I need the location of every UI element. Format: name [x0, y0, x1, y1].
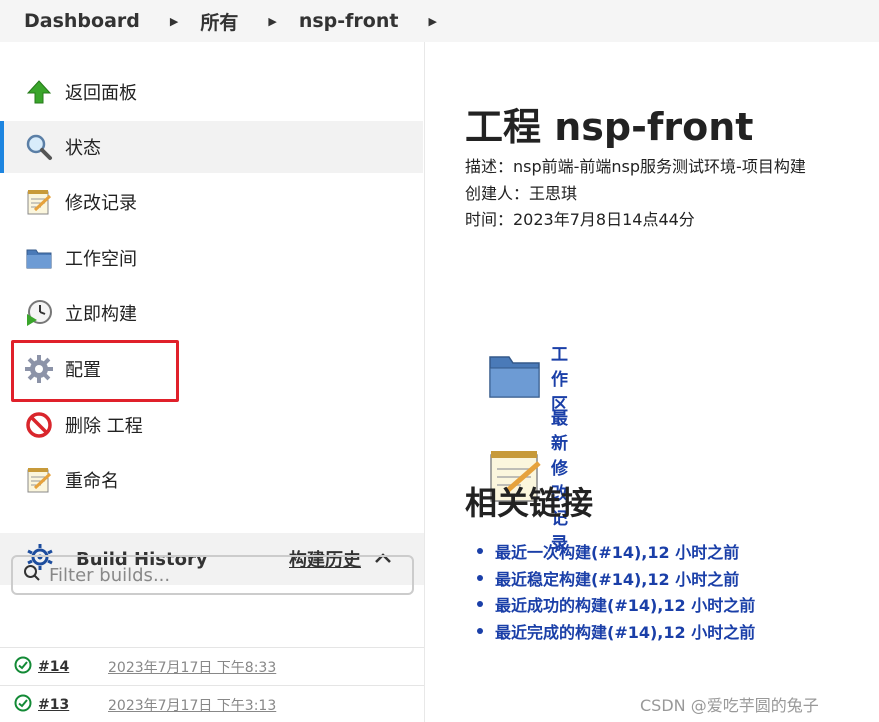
- task-label: 状态: [65, 138, 101, 159]
- magnifier-icon: [24, 132, 54, 162]
- last-completed-build-link[interactable]: 最近完成的构建(#14),12 小时之前: [495, 619, 755, 643]
- project-creator: 创建人：王思琪: [465, 184, 578, 203]
- breadcrumb-chevron-icon[interactable]: ▶: [428, 15, 436, 28]
- build-number-link[interactable]: #13: [38, 697, 108, 713]
- sidebar: 返回面板 状态 修改记录 工作空间 立即构建 配置 删除 工程 重命名 Buil…: [0, 42, 425, 722]
- task-label: 返回面板: [65, 83, 137, 104]
- breadcrumb-chevron-icon[interactable]: ▶: [268, 15, 276, 28]
- task-changes[interactable]: 修改记录: [0, 176, 423, 228]
- task-build-now[interactable]: 立即构建: [0, 287, 423, 339]
- breadcrumb-all[interactable]: 所有: [200, 8, 238, 35]
- folder-icon: [487, 351, 543, 405]
- build-time-link[interactable]: 2023年7月17日 下午3:13: [108, 695, 276, 715]
- clock-play-icon: [24, 298, 54, 328]
- related-links-heading: 相关链接: [465, 484, 594, 522]
- success-check-icon: [14, 694, 32, 716]
- breadcrumb-chevron-icon[interactable]: ▶: [170, 15, 178, 28]
- last-build-link[interactable]: 最近一次构建(#14),12 小时之前: [495, 539, 739, 563]
- watermark: CSDN @爱吃芋圆的兔子: [640, 696, 819, 715]
- notepad-icon: [24, 465, 54, 495]
- filter-builds-field[interactable]: [11, 555, 414, 595]
- task-label: 重命名: [65, 471, 119, 492]
- project-time: 时间：2023年7月8日14点44分: [465, 210, 695, 229]
- task-workspace[interactable]: 工作空间: [0, 232, 423, 284]
- no-entry-icon: [24, 410, 54, 440]
- task-rename[interactable]: 重命名: [0, 454, 423, 506]
- task-label: 立即构建: [65, 304, 137, 325]
- page-title: 工程 nsp-front: [465, 105, 754, 149]
- list-item: 最近稳定构建(#14),12 小时之前: [476, 565, 755, 592]
- list-item: 最近完成的构建(#14),12 小时之前: [476, 618, 755, 645]
- task-status[interactable]: 状态: [0, 121, 423, 173]
- last-stable-build-link[interactable]: 最近稳定构建(#14),12 小时之前: [495, 566, 739, 590]
- highlight-annotation: [11, 340, 179, 402]
- task-back-to-dashboard[interactable]: 返回面板: [0, 66, 423, 118]
- breadcrumb-job[interactable]: nsp-front: [299, 10, 399, 32]
- last-successful-build-link[interactable]: 最近成功的构建(#14),12 小时之前: [495, 592, 755, 616]
- breadcrumb: Dashboard ▶ 所有 ▶ nsp-front ▶: [0, 0, 879, 42]
- task-label: 删除 工程: [65, 416, 143, 437]
- filter-builds-input[interactable]: [49, 564, 389, 586]
- up-arrow-icon: [24, 77, 54, 107]
- list-item: 最近一次构建(#14),12 小时之前: [476, 538, 755, 565]
- success-check-icon: [14, 656, 32, 678]
- task-label: 工作空间: [65, 249, 137, 270]
- related-links-list: 最近一次构建(#14),12 小时之前 最近稳定构建(#14),12 小时之前 …: [476, 538, 755, 645]
- build-row[interactable]: #14 2023年7月17日 下午8:33: [0, 647, 424, 685]
- task-delete-project[interactable]: 删除 工程: [0, 399, 423, 451]
- search-icon: [23, 564, 41, 586]
- project-description: 描述：nsp前端-前端nsp服务测试环境-项目构建: [465, 157, 806, 176]
- build-number-link[interactable]: #14: [38, 659, 108, 675]
- task-label: 修改记录: [65, 193, 137, 214]
- notepad-icon: [24, 187, 54, 217]
- folder-icon: [24, 243, 54, 273]
- list-item: 最近成功的构建(#14),12 小时之前: [476, 591, 755, 618]
- breadcrumb-dashboard[interactable]: Dashboard: [24, 10, 140, 32]
- build-time-link[interactable]: 2023年7月17日 下午8:33: [108, 657, 276, 677]
- build-row[interactable]: #13 2023年7月17日 下午3:13: [0, 685, 424, 722]
